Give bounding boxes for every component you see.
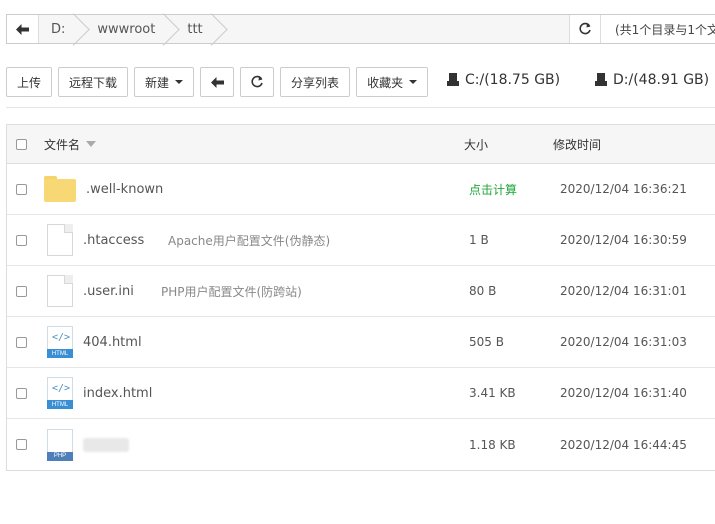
file-icon — [47, 275, 73, 307]
remote-download-label: 远程下载 — [69, 75, 118, 90]
path-bar: D: wwwroot ttt (共1个目录与1个文 — [6, 14, 715, 44]
row-checkbox[interactable] — [16, 183, 27, 195]
disk-icon — [447, 73, 459, 87]
code-glyph: </> — [52, 383, 71, 394]
favorites-dropdown-button[interactable]: 收藏夹 — [356, 67, 429, 97]
arrow-left-icon — [210, 76, 224, 88]
back-button[interactable] — [200, 67, 235, 97]
breadcrumb-item[interactable]: D: — [39, 15, 79, 43]
modified-time: 2020/12/04 16:44:45 — [560, 437, 687, 452]
chevron-down-icon — [175, 80, 184, 84]
file-icon — [47, 224, 73, 256]
file-table: 文件名 大小 修改时间 .well-known 点击计算 2020/12/04 … — [6, 124, 715, 471]
upload-button[interactable]: 上传 — [6, 67, 53, 97]
table-row[interactable]: .user.ini PHP用户配置文件(防跨站) 80 B 2020/12/04… — [7, 266, 715, 317]
file-name-cell[interactable]: </> HTML index.html — [47, 377, 152, 409]
breadcrumb: D: wwwroot ttt — [39, 15, 569, 43]
disk-c-label: C:/(18.75 GB) — [465, 72, 561, 88]
disk-d[interactable]: D:/(48.91 GB) — [595, 72, 709, 88]
header-size[interactable]: 大小 — [464, 136, 488, 153]
redacted-file-name[interactable] — [83, 437, 129, 452]
modified-time: 2020/12/04 16:31:01 — [560, 284, 687, 298]
header-name-label: 文件名 — [44, 137, 81, 152]
select-all-checkbox[interactable] — [16, 138, 27, 150]
row-checkbox[interactable] — [16, 439, 27, 450]
modified-time: 2020/12/04 16:31:40 — [560, 386, 687, 400]
disk-c[interactable]: C:/(18.75 GB) — [447, 72, 560, 88]
row-checkbox[interactable] — [16, 387, 27, 399]
file-name-cell[interactable]: </> HTML 404.html — [47, 326, 142, 358]
header-modified-time[interactable]: 修改时间 — [553, 136, 601, 153]
breadcrumb-label: wwwroot — [97, 21, 156, 37]
php-badge: PHP — [47, 451, 73, 461]
refresh-icon — [579, 22, 591, 35]
favorites-label: 收藏夹 — [367, 75, 404, 90]
html-file-icon: </> HTML — [47, 377, 73, 409]
file-size: 80 B — [469, 284, 497, 298]
breadcrumb-item[interactable]: wwwroot — [79, 15, 169, 43]
table-row[interactable]: .well-known 点击计算 2020/12/04 16:36:21 — [7, 164, 715, 215]
row-checkbox[interactable] — [16, 336, 27, 348]
upload-label: 上传 — [17, 75, 42, 90]
folder-icon — [44, 176, 76, 202]
file-name-cell[interactable]: .user.ini — [47, 275, 134, 307]
path-back-button[interactable] — [7, 15, 39, 43]
file-name[interactable]: .well-known — [86, 182, 163, 197]
file-name-cell[interactable]: PHP — [47, 428, 129, 461]
html-badge: HTML — [47, 400, 73, 409]
new-label: 新建 — [145, 75, 170, 90]
file-size: 505 B — [469, 335, 504, 349]
share-list-button[interactable]: 分享列表 — [280, 67, 351, 97]
remote-download-button[interactable]: 远程下载 — [58, 67, 129, 97]
refresh-icon — [251, 75, 263, 88]
row-checkbox[interactable] — [16, 234, 27, 246]
breadcrumb-label: D: — [51, 21, 66, 37]
modified-time: 2020/12/04 16:30:59 — [560, 233, 687, 247]
disk-d-label: D:/(48.91 GB) — [613, 72, 710, 88]
table-header: 文件名 大小 修改时间 — [7, 125, 715, 164]
chevron-down-icon — [409, 80, 418, 84]
modified-time: 2020/12/04 16:36:21 — [560, 182, 687, 196]
table-row[interactable]: </> HTML 404.html 505 B 2020/12/04 16:31… — [7, 317, 715, 368]
php-file-icon: PHP — [47, 428, 73, 461]
calculate-size-link[interactable]: 点击计算 — [469, 181, 517, 198]
code-glyph: </> — [52, 332, 71, 343]
table-row[interactable]: .htaccess Apache用户配置文件(伪静态) 1 B 2020/12/… — [7, 215, 715, 266]
new-dropdown-button[interactable]: 新建 — [134, 67, 195, 97]
breadcrumb-item[interactable]: ttt — [169, 15, 216, 43]
html-file-icon: </> HTML — [47, 326, 73, 358]
header-name[interactable]: 文件名 — [44, 136, 97, 153]
path-input-area[interactable] — [217, 15, 569, 43]
file-size: 3.41 KB — [469, 386, 516, 400]
breadcrumb-label: ttt — [187, 21, 203, 37]
file-size: 1 B — [469, 233, 489, 247]
table-row[interactable]: </> HTML index.html 3.41 KB 2020/12/04 1… — [7, 368, 715, 419]
file-toolbar: 上传 远程下载 新建 分享列表 收藏夹 — [6, 67, 429, 97]
file-name-cell[interactable]: .well-known — [44, 176, 163, 202]
arrow-left-icon — [16, 23, 29, 35]
row-checkbox[interactable] — [16, 285, 27, 297]
disk-icon — [595, 73, 607, 87]
file-name[interactable]: .user.ini — [83, 284, 134, 299]
modified-time: 2020/12/04 16:31:03 — [560, 335, 687, 349]
file-name-cell[interactable]: .htaccess — [47, 224, 144, 256]
file-size: 1.18 KB — [469, 437, 516, 452]
path-refresh-button[interactable] — [569, 15, 601, 43]
sort-desc-icon — [86, 141, 97, 147]
table-row[interactable]: PHP 1.18 KB 2020/12/04 16:44:45 — [7, 419, 715, 470]
file-description: PHP用户配置文件(防跨站) — [161, 284, 302, 299]
share-list-label: 分享列表 — [291, 75, 340, 90]
file-name[interactable]: .htaccess — [83, 233, 144, 248]
file-description: Apache用户配置文件(伪静态) — [168, 233, 331, 248]
refresh-button[interactable] — [240, 67, 275, 97]
divider — [6, 107, 715, 108]
file-name[interactable]: 404.html — [83, 335, 142, 350]
html-badge: HTML — [47, 349, 73, 358]
file-name[interactable]: index.html — [83, 386, 152, 401]
directory-summary: (共1个目录与1个文 — [615, 22, 715, 37]
